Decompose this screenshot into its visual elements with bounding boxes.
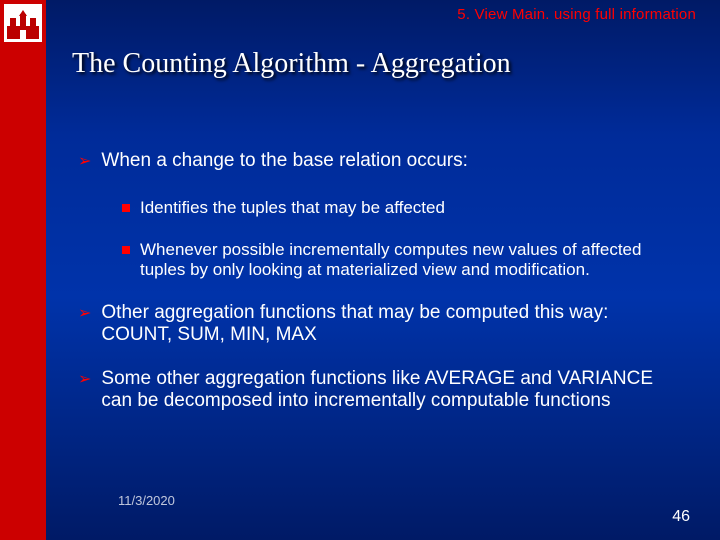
sub-bullet-text: Whenever possible incrementally computes… (140, 240, 680, 280)
bullet-level2: Whenever possible incrementally computes… (122, 240, 680, 280)
bullet-level1: ➢ Some other aggregation functions like … (78, 368, 680, 412)
square-icon (122, 246, 130, 254)
arrow-icon: ➢ (78, 368, 91, 392)
bullet-level2: Identifies the tuples that may be affect… (122, 198, 680, 218)
sub-bullet-text: Identifies the tuples that may be affect… (140, 198, 445, 218)
slide: 5. View Main. using full information The… (0, 0, 720, 540)
content-area: ➢ When a change to the base relation occ… (78, 150, 680, 434)
arrow-icon: ➢ (78, 302, 91, 326)
footer-date: 11/3/2020 (118, 493, 175, 508)
square-icon (122, 204, 130, 212)
bullet-text: Some other aggregation functions like AV… (101, 368, 680, 412)
arrow-icon: ➢ (78, 150, 91, 174)
breadcrumb: 5. View Main. using full information (457, 6, 696, 23)
bullet-level1: ➢ When a change to the base relation occ… (78, 150, 680, 280)
bullet-text: When a change to the base relation occur… (101, 150, 468, 172)
bullet-text: Other aggregation functions that may be … (101, 302, 680, 346)
side-red-strip (0, 0, 46, 540)
page-number: 46 (672, 508, 690, 526)
bullet-level1: ➢ Other aggregation functions that may b… (78, 302, 680, 346)
logo-icon (4, 4, 42, 42)
slide-title: The Counting Algorithm - Aggregation (72, 48, 511, 80)
